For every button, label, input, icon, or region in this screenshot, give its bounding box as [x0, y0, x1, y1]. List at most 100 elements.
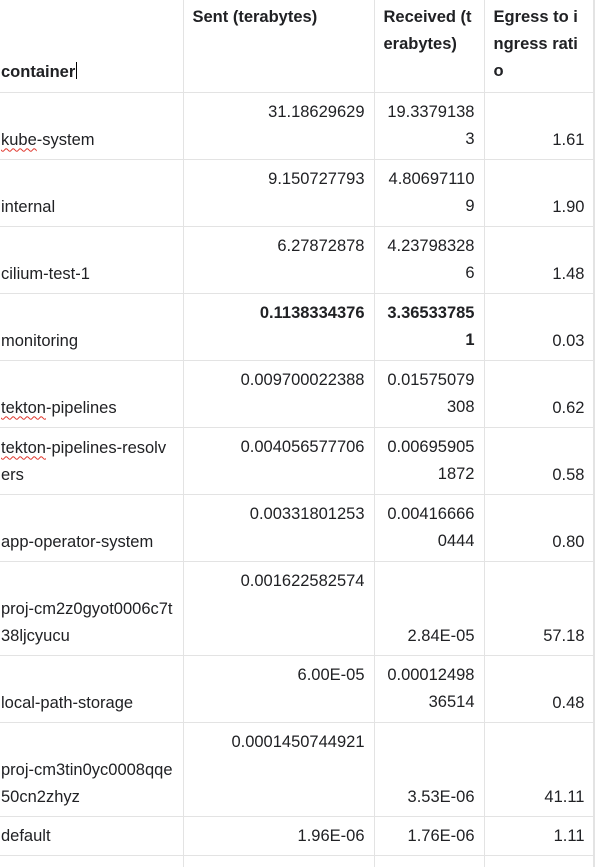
traffic-table: container Sent (terabytes) Received (ter…	[0, 0, 595, 867]
spellcheck-underline: kube	[1, 130, 37, 149]
cell-container[interactable]: monitoring	[0, 293, 184, 361]
cell-text: 0.80	[552, 532, 585, 551]
header-cell-received[interactable]: Received (terabytes)	[374, 0, 485, 93]
cell-received[interactable]: 4.237983286	[374, 226, 485, 294]
cell-text: 0.006959051872	[387, 437, 475, 483]
cell-container[interactable]: tekton-pipelines	[0, 360, 184, 428]
cell-ratio[interactable]: 0.48	[484, 655, 595, 723]
header-label-ratio: Egress to ingress ratio	[493, 8, 578, 80]
cell-sent[interactable]: 31.18629629	[183, 92, 375, 160]
table-row: app-operator-system 0.00331801253 0.004166…	[0, 494, 595, 562]
cell-text: 0.0001249836514	[387, 665, 475, 711]
cell-text: proj-cm3tin0yc0008qqe50cn2zhyz	[1, 760, 173, 806]
cell-ratio[interactable]: 0.03	[484, 293, 595, 361]
cell-text: 0.62	[552, 398, 585, 417]
cell-container[interactable]: kube-system	[0, 92, 184, 160]
table-row: tekton-pipelines-resolvers 0.004056577706…	[0, 427, 595, 495]
cell-text: 9.150727793	[268, 169, 365, 188]
table-row: tekton-pipelines 0.009700022388 0.01575079…	[0, 360, 595, 428]
cell-received[interactable]: 3.365337851	[374, 293, 485, 361]
cell-ratio[interactable]: 1.48	[484, 226, 595, 294]
cell-container[interactable]: local-path-storage	[0, 655, 184, 723]
cell-container[interactable]: proj-cm2z0gyot0006c7t38ljcyucu	[0, 561, 184, 656]
cell-text: 4.237983286	[387, 236, 475, 282]
cell-text: 1.96E-06	[297, 826, 365, 845]
cell-text: 0.004056577706	[240, 437, 365, 456]
table-row: kube-system 31.18629629 19.33791383 1.61	[0, 92, 595, 160]
header-cell-container[interactable]: container	[0, 0, 184, 93]
column-divider	[593, 0, 594, 867]
cell-sent[interactable]: 0.009700022388	[183, 360, 375, 428]
cell-text: 1.48	[552, 264, 585, 283]
cell-sent[interactable]: 0.004056577706	[183, 427, 375, 495]
empty-cell[interactable]	[183, 855, 375, 867]
header-label-container: container	[1, 62, 76, 81]
cell-received[interactable]: 0.01575079308	[374, 360, 485, 428]
cell-sent[interactable]: 0.1138334376	[183, 293, 375, 361]
cell-text: internal	[1, 197, 56, 216]
cell-text: 4.806971109	[388, 169, 475, 215]
header-cell-ratio[interactable]: Egress to ingress ratio	[484, 0, 595, 93]
text-cursor	[76, 61, 78, 79]
table-row: proj-cm3tin0yc0008qqe50cn2zhyz 0.00014507…	[0, 722, 595, 817]
cell-container[interactable]: cilium-test-1	[0, 226, 184, 294]
cell-text: 1.76E-06	[407, 826, 475, 845]
cell-ratio[interactable]: 1.11	[484, 816, 595, 856]
cell-received[interactable]: 19.33791383	[374, 92, 485, 160]
empty-cell[interactable]	[0, 855, 184, 867]
cell-text: 31.18629629	[268, 102, 365, 121]
table-row: cilium-test-1 6.27872878 4.237983286 1.48	[0, 226, 595, 294]
cell-ratio[interactable]: 0.58	[484, 427, 595, 495]
cell-text: cilium-test-1	[1, 264, 90, 283]
cell-received[interactable]: 4.806971109	[374, 159, 485, 227]
empty-cell[interactable]	[484, 855, 595, 867]
cell-sent[interactable]: 6.27872878	[183, 226, 375, 294]
cell-container[interactable]: tekton-pipelines-resolvers	[0, 427, 184, 495]
cell-text: 0.01575079308	[387, 370, 475, 416]
cell-received[interactable]: 1.76E-06	[374, 816, 485, 856]
cell-received[interactable]: 0.0001249836514	[374, 655, 485, 723]
cell-received[interactable]: 0.006959051872	[374, 427, 485, 495]
cell-received[interactable]: 2.84E-05	[374, 561, 485, 656]
cell-container[interactable]: default	[0, 816, 184, 856]
cell-text: proj-cm2z0gyot0006c7t38ljcyucu	[1, 599, 173, 645]
cell-received[interactable]: 3.53E-06	[374, 722, 485, 817]
cell-received[interactable]: 0.004166660444	[374, 494, 485, 562]
cell-ratio[interactable]: 1.90	[484, 159, 595, 227]
cell-ratio[interactable]: 57.18	[484, 561, 595, 656]
cell-sent[interactable]: 6.00E-05	[183, 655, 375, 723]
cell-sent[interactable]: 1.96E-06	[183, 816, 375, 856]
cell-text: 57.18	[543, 626, 585, 645]
cell-ratio[interactable]: 1.61	[484, 92, 595, 160]
header-cell-sent[interactable]: Sent (terabytes)	[183, 0, 375, 93]
cell-text: monitoring	[1, 331, 79, 350]
cell-text: 0.58	[552, 465, 585, 484]
cell-ratio[interactable]: 0.80	[484, 494, 595, 562]
cell-sent[interactable]: 0.0001450744921	[183, 722, 375, 817]
cell-text: 41.11	[544, 787, 585, 806]
table-row: proj-cm2z0gyot0006c7t38ljcyucu 0.00162258…	[0, 561, 595, 656]
header-label-sent: Sent (terabytes)	[192, 8, 318, 26]
empty-cell[interactable]	[374, 855, 485, 867]
cell-text: local-path-storage	[1, 693, 134, 712]
cell-ratio[interactable]: 41.11	[484, 722, 595, 817]
cell-text: 1.11	[553, 826, 585, 845]
header-row: container Sent (terabytes) Received (ter…	[0, 0, 595, 93]
cell-container[interactable]: internal	[0, 159, 184, 227]
cell-sent[interactable]: 0.001622582574	[183, 561, 375, 656]
cell-text: 1.61	[552, 130, 585, 149]
header-label-received: Received (terabytes)	[383, 8, 472, 53]
cell-text: 0.1138334376	[259, 303, 365, 322]
cell-text: 0.03	[552, 331, 585, 350]
cell-container[interactable]: proj-cm3tin0yc0008qqe50cn2zhyz	[0, 722, 184, 817]
cell-text: 0.001622582574	[240, 571, 365, 590]
spellcheck-underline: tekton	[1, 438, 46, 457]
cell-sent[interactable]: 0.00331801253	[183, 494, 375, 562]
empty-row	[0, 855, 595, 867]
cell-text: 0.48	[552, 693, 585, 712]
cell-container[interactable]: app-operator-system	[0, 494, 184, 562]
cell-text: app-operator-system	[1, 532, 154, 551]
cell-sent[interactable]: 9.150727793	[183, 159, 375, 227]
table-row: default 1.96E-06 1.76E-06 1.11	[0, 816, 595, 856]
cell-ratio[interactable]: 0.62	[484, 360, 595, 428]
